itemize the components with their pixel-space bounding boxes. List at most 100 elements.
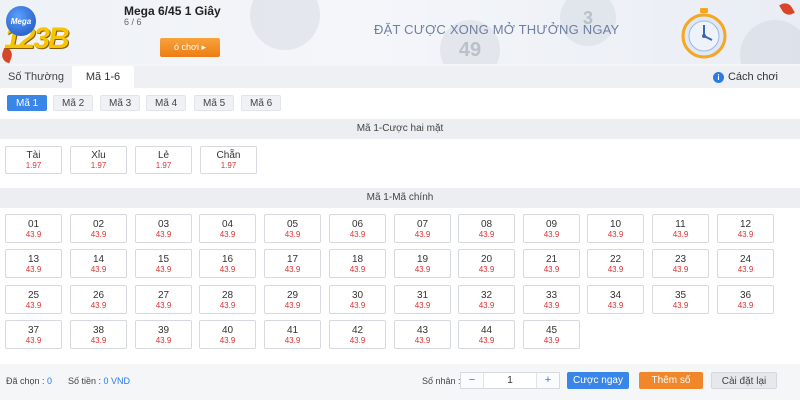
number-cell[interactable]: 34 43.9 [587,285,644,314]
number-label: 45 [545,325,558,336]
bet-option-le[interactable]: Lẻ 1.97 [135,146,192,174]
bet-option-odd: 1.97 [25,161,42,170]
number-odd: 43.9 [349,301,366,310]
bet-option-tai[interactable]: Tài 1.97 [5,146,62,174]
number-cell[interactable]: 31 43.9 [394,285,451,314]
number-odd: 43.9 [543,265,560,274]
number-cell[interactable]: 22 43.9 [587,249,644,278]
bet-now-button[interactable]: Cược ngay [567,372,629,389]
number-cell[interactable]: 06 43.9 [329,214,386,243]
number-label: 41 [286,325,299,336]
site-logo[interactable]: 123B Mega [0,0,130,64]
how-to-play-link[interactable]: i Cách chơi [712,70,778,84]
increase-button[interactable]: + [537,373,559,388]
number-cell[interactable]: 33 43.9 [523,285,580,314]
number-cell[interactable]: 02 43.9 [70,214,127,243]
number-cell[interactable]: 04 43.9 [199,214,256,243]
play-guide-button[interactable]: ó chơi ▸ [160,38,220,57]
number-cell[interactable]: 12 43.9 [717,214,774,243]
sub-tab-ma-5[interactable]: Mã 5 [194,95,235,111]
number-cell[interactable]: 11 43.9 [652,214,709,243]
number-odd: 43.9 [284,265,301,274]
number-cell[interactable]: 27 43.9 [135,285,192,314]
number-label: 13 [27,254,40,265]
number-cell[interactable]: 28 43.9 [199,285,256,314]
number-cell[interactable]: 25 43.9 [5,285,62,314]
number-cell[interactable]: 17 43.9 [264,249,321,278]
number-cell[interactable]: 41 43.9 [264,320,321,349]
number-label: 31 [416,290,429,301]
sub-tab-ma-4[interactable]: Mã 4 [146,95,187,111]
game-subtitle: 6 / 6 [124,17,142,27]
number-label: 25 [27,290,40,301]
number-label: 02 [92,219,105,230]
sub-tab-ma-2[interactable]: Mã 2 [53,95,94,111]
number-cell[interactable]: 38 43.9 [70,320,127,349]
number-odd: 43.9 [25,336,42,345]
number-cell[interactable]: 18 43.9 [329,249,386,278]
tab-ma-1-6[interactable]: Mã 1-6 [72,66,134,88]
number-odd: 43.9 [284,336,301,345]
bet-option-odd: 1.97 [90,161,107,170]
add-number-button[interactable]: Thêm số [639,372,703,389]
number-cell[interactable]: 24 43.9 [717,249,774,278]
number-cell[interactable]: 32 43.9 [458,285,515,314]
bet-option-xiu[interactable]: Xỉu 1.97 [70,146,127,174]
decrease-button[interactable]: − [461,373,483,388]
tab-so-thuong[interactable]: Số Thường [0,66,72,88]
number-cell[interactable]: 13 43.9 [5,249,62,278]
number-cell[interactable]: 15 43.9 [135,249,192,278]
number-odd: 43.9 [607,301,624,310]
number-odd: 43.9 [349,336,366,345]
number-cell[interactable]: 45 43.9 [523,320,580,349]
sub-tab-ma-6[interactable]: Mã 6 [241,95,282,111]
background-ball [250,0,320,50]
number-cell[interactable]: 07 43.9 [394,214,451,243]
number-odd: 43.9 [543,230,560,239]
number-cell[interactable]: 29 43.9 [264,285,321,314]
number-cell[interactable]: 39 43.9 [135,320,192,349]
number-cell[interactable]: 23 43.9 [652,249,709,278]
number-odd: 43.9 [25,301,42,310]
number-cell[interactable]: 21 43.9 [523,249,580,278]
bet-option-chan[interactable]: Chẵn 1.97 [200,146,257,174]
number-odd: 43.9 [414,265,431,274]
number-cell[interactable]: 05 43.9 [264,214,321,243]
number-cell[interactable]: 44 43.9 [458,320,515,349]
number-odd: 43.9 [155,265,172,274]
number-cell[interactable]: 14 43.9 [70,249,127,278]
number-cell[interactable]: 36 43.9 [717,285,774,314]
number-cell[interactable]: 09 43.9 [523,214,580,243]
number-cell[interactable]: 40 43.9 [199,320,256,349]
number-cell[interactable]: 37 43.9 [5,320,62,349]
number-cell[interactable]: 16 43.9 [199,249,256,278]
number-label: 10 [609,219,622,230]
number-cell[interactable]: 19 43.9 [394,249,451,278]
number-cell[interactable]: 08 43.9 [458,214,515,243]
number-cell[interactable]: 43 43.9 [394,320,451,349]
how-to-play-label: Cách chơi [727,71,778,83]
number-cell[interactable]: 35 43.9 [652,285,709,314]
bet-option-label: Lẻ [157,150,170,161]
number-cell[interactable]: 42 43.9 [329,320,386,349]
number-odd: 43.9 [737,230,754,239]
multiplier-input[interactable]: 1 [483,373,537,388]
number-label: 38 [92,325,105,336]
reset-button[interactable]: Cài đặt lại [711,372,777,389]
number-label: 09 [545,219,558,230]
number-label: 43 [416,325,429,336]
number-odd: 43.9 [155,230,172,239]
number-cell[interactable]: 10 43.9 [587,214,644,243]
number-cell[interactable]: 20 43.9 [458,249,515,278]
number-cell[interactable]: 03 43.9 [135,214,192,243]
number-odd: 43.9 [478,336,495,345]
total-amount: Số tiền : 0 VND [68,376,131,386]
number-odd: 43.9 [414,301,431,310]
number-odd: 43.9 [543,301,560,310]
number-cell[interactable]: 26 43.9 [70,285,127,314]
number-cell[interactable]: 30 43.9 [329,285,386,314]
number-cell[interactable]: 01 43.9 [5,214,62,243]
sub-tab-ma-1[interactable]: Mã 1 [7,95,48,111]
number-odd: 43.9 [219,265,236,274]
sub-tab-ma-3[interactable]: Mã 3 [100,95,141,111]
